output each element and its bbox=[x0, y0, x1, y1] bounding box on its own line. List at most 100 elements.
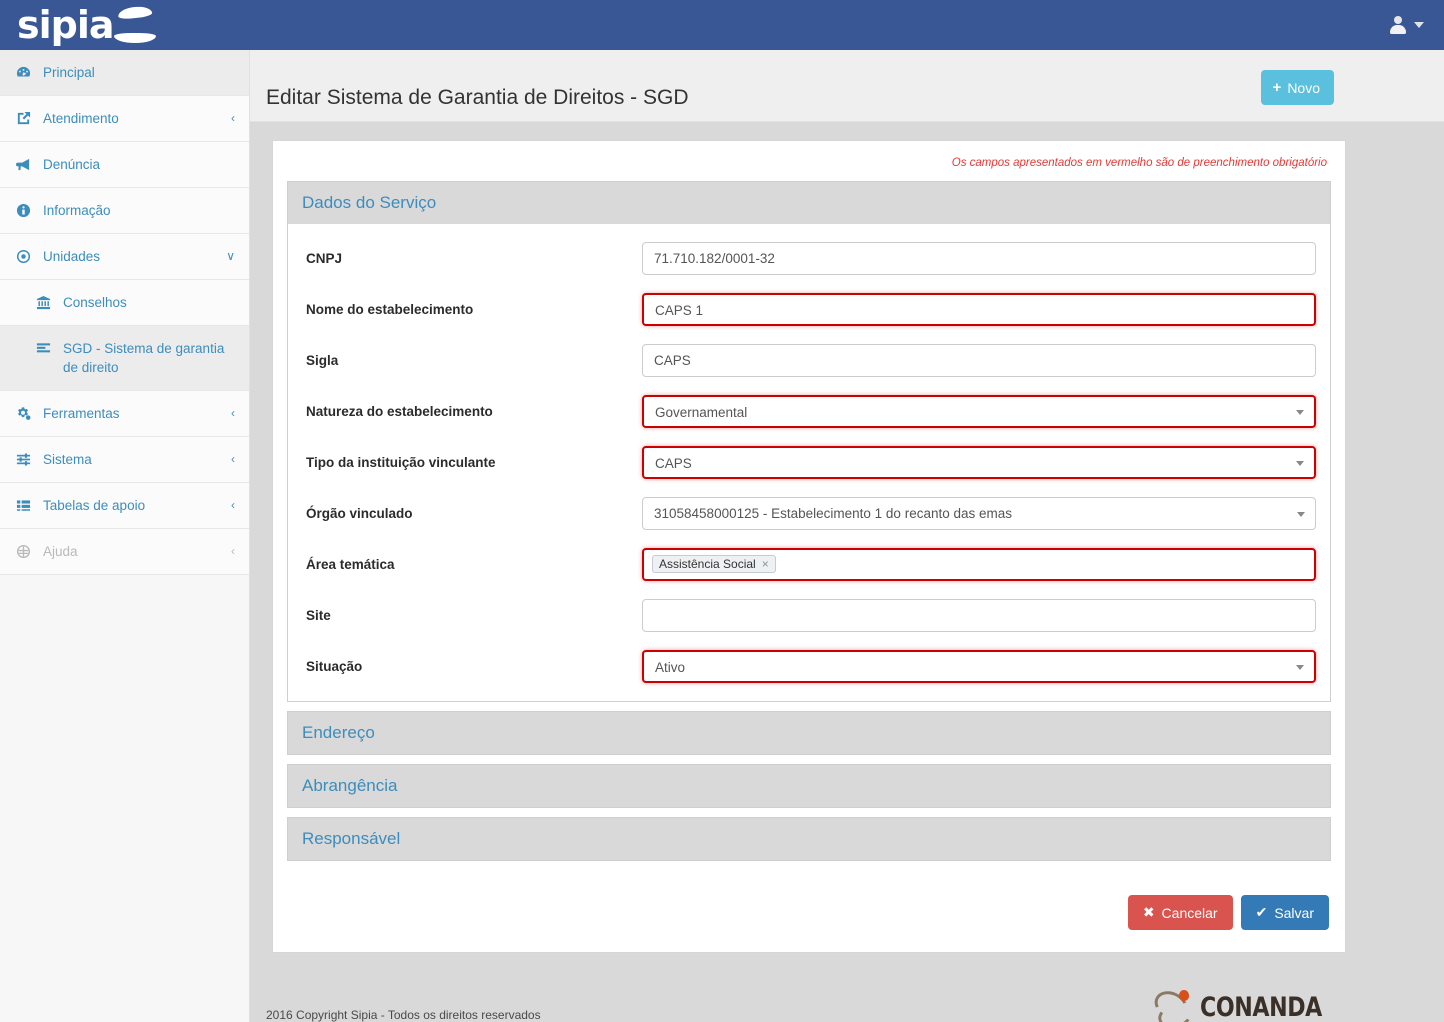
top-bar: sipia bbox=[0, 0, 1444, 50]
form-panel: Os campos apresentados em vermelho são d… bbox=[272, 140, 1346, 953]
select-value: 31058458000125 - Estabelecimento 1 do re… bbox=[654, 506, 1013, 521]
plus-icon: + bbox=[1272, 79, 1282, 96]
section-header-endereco[interactable]: Endereço bbox=[287, 711, 1331, 755]
brand-logo-text: sipia bbox=[17, 3, 115, 47]
sidebar-item-arrow: ∨ bbox=[226, 249, 235, 263]
select-tipo-da-instituicao-vinculante[interactable]: CAPS bbox=[642, 446, 1316, 479]
brand-logo[interactable]: sipia bbox=[17, 4, 158, 46]
cancel-button[interactable]: ✖ Cancelar bbox=[1127, 895, 1233, 930]
section-header-abrangencia[interactable]: Abrangência bbox=[287, 764, 1331, 808]
sidebar-item-label: Ferramentas bbox=[43, 406, 120, 421]
sidebar-item-arrow: ‹ bbox=[231, 498, 235, 512]
required-fields-note: Os campos apresentados em vermelho são d… bbox=[951, 157, 1327, 169]
sidebar-item-arrow: ‹ bbox=[231, 452, 235, 466]
sidebar-item-label: Conselhos bbox=[63, 295, 127, 310]
label-tipo-da-instituicao-vinculante: Tipo da instituição vinculante bbox=[306, 455, 496, 470]
sidebar-item-label: Atendimento bbox=[43, 111, 119, 126]
sidebar-item-arrow: ‹ bbox=[231, 544, 235, 558]
page-footer: 2016 Copyright Sipia - Todos os direitos… bbox=[250, 974, 1444, 1022]
input-cnpj[interactable]: 71.710.182/0001-32 bbox=[642, 242, 1316, 275]
page-title: Editar Sistema de Garantia de Direitos -… bbox=[266, 86, 689, 110]
chevron-down-icon bbox=[1297, 511, 1305, 517]
user-menu[interactable] bbox=[1386, 10, 1428, 40]
sidebar: Principal Atendimento ‹ Denúncia Informa… bbox=[0, 50, 250, 1022]
conanda-logo-text: CONANDA bbox=[1200, 991, 1323, 1022]
user-icon bbox=[1390, 16, 1406, 34]
cancel-button-label: Cancelar bbox=[1161, 904, 1218, 921]
new-button-label: Novo bbox=[1287, 79, 1320, 96]
sliders-icon bbox=[16, 450, 36, 467]
field-row-nome-do-estabelecimento: Nome do estabelecimento CAPS 1 bbox=[302, 293, 1316, 326]
globe-icon bbox=[16, 542, 36, 559]
target-icon bbox=[16, 247, 36, 264]
info-circle-icon bbox=[16, 201, 36, 218]
select-value: Ativo bbox=[655, 660, 686, 675]
sidebar-item-principal[interactable]: Principal bbox=[0, 50, 249, 96]
chevron-down-icon bbox=[1296, 409, 1304, 415]
sidebar-item-arrow: ‹ bbox=[231, 111, 235, 125]
bank-icon bbox=[36, 293, 56, 310]
field-row-area-tematica: Área temática Assistência Social × bbox=[302, 548, 1316, 581]
sidebar-item-label: Tabelas de apoio bbox=[43, 498, 146, 513]
chevron-down-icon bbox=[1414, 22, 1424, 28]
label-cnpj: CNPJ bbox=[306, 251, 343, 266]
input-sigla[interactable]: CAPS bbox=[642, 344, 1316, 377]
label-natureza-do-estabelecimento: Natureza do estabelecimento bbox=[306, 404, 493, 419]
form-actions: ✖ Cancelar ✔ Salvar bbox=[287, 895, 1331, 930]
copyright-text: 2016 Copyright Sipia - Todos os direitos… bbox=[266, 1008, 541, 1022]
label-site: Site bbox=[306, 608, 331, 623]
sidebar-item-label: Unidades bbox=[43, 249, 101, 264]
section-header-responsavel[interactable]: Responsável bbox=[287, 817, 1331, 861]
save-button[interactable]: ✔ Salvar bbox=[1240, 895, 1329, 930]
times-icon: ✖ bbox=[1142, 904, 1155, 920]
sidebar-item-informacao[interactable]: Informação bbox=[0, 188, 249, 234]
input-nome-do-estabelecimento[interactable]: CAPS 1 bbox=[642, 293, 1316, 326]
sidebar-item-ajuda[interactable]: Ajuda ‹ bbox=[0, 529, 249, 575]
select-value: CAPS bbox=[655, 456, 692, 471]
sidebar-item-denuncia[interactable]: Denúncia bbox=[0, 142, 249, 188]
sidebar-item-sistema[interactable]: Sistema ‹ bbox=[0, 437, 249, 483]
section-body-dados-do-servico: CNPJ 71.710.182/0001-32 Nome do estabele… bbox=[287, 224, 1331, 702]
sidebar-item-ferramentas[interactable]: Ferramentas ‹ bbox=[0, 391, 249, 437]
label-orgao-vinculado: Órgão vinculado bbox=[306, 506, 413, 521]
sidebar-item-label: Principal bbox=[43, 65, 95, 80]
sidebar-item-unidades[interactable]: Unidades ∨ bbox=[0, 234, 249, 280]
th-list-icon bbox=[16, 496, 36, 513]
multiselect-area-tematica[interactable]: Assistência Social × bbox=[642, 548, 1316, 581]
field-row-cnpj: CNPJ 71.710.182/0001-32 bbox=[302, 242, 1316, 275]
section-dados-do-servico: Dados do Serviço CNPJ 71.710.182/0001-32… bbox=[287, 181, 1331, 702]
label-nome-do-estabelecimento: Nome do estabelecimento bbox=[306, 302, 474, 317]
page-header: Editar Sistema de Garantia de Direitos -… bbox=[250, 50, 1444, 122]
sidebar-item-conselhos[interactable]: Conselhos bbox=[0, 280, 249, 326]
sidebar-item-label: SGD - Sistema de garantia de direito bbox=[63, 341, 225, 375]
sidebar-item-tabelas-de-apoio[interactable]: Tabelas de apoio ‹ bbox=[0, 483, 249, 529]
section-header-dados-do-servico[interactable]: Dados do Serviço bbox=[287, 181, 1331, 224]
app-root: sipia Principal Atendimento ‹ Denúncia I… bbox=[0, 0, 1444, 1022]
label-sigla: Sigla bbox=[306, 353, 339, 368]
field-row-sigla: Sigla CAPS bbox=[302, 344, 1316, 377]
chevron-down-icon bbox=[1296, 460, 1304, 466]
field-row-orgao-vinculado: Órgão vinculado 31058458000125 - Estabel… bbox=[302, 497, 1316, 530]
field-row-tipo-da-instituicao-vinculante: Tipo da instituição vinculante CAPS bbox=[302, 446, 1316, 479]
save-button-label: Salvar bbox=[1274, 904, 1314, 921]
field-row-situacao: Situação Ativo bbox=[302, 650, 1316, 683]
field-row-natureza-do-estabelecimento: Natureza do estabelecimento Governamenta… bbox=[302, 395, 1316, 428]
sidebar-item-atendimento[interactable]: Atendimento ‹ bbox=[0, 96, 249, 142]
sidebar-item-label: Informação bbox=[43, 203, 111, 218]
input-site[interactable] bbox=[642, 599, 1316, 632]
select-orgao-vinculado[interactable]: 31058458000125 - Estabelecimento 1 do re… bbox=[642, 497, 1316, 530]
conanda-logo-icon: CONANDA bbox=[1150, 984, 1349, 1022]
new-button[interactable]: + Novo bbox=[1260, 70, 1334, 105]
conanda-swoosh-icon bbox=[1150, 984, 1200, 1022]
label-situacao: Situação bbox=[306, 659, 363, 674]
list-icon bbox=[36, 339, 56, 356]
tag-item: Assistência Social × bbox=[652, 555, 776, 573]
field-row-site: Site bbox=[302, 599, 1316, 632]
select-situacao[interactable]: Ativo bbox=[642, 650, 1316, 683]
select-value: Governamental bbox=[655, 405, 748, 420]
share-icon bbox=[16, 109, 36, 126]
sidebar-item-sgd[interactable]: SGD - Sistema de garantia de direito bbox=[0, 326, 249, 391]
tag-remove-icon[interactable]: × bbox=[762, 557, 769, 571]
select-natureza-do-estabelecimento[interactable]: Governamental bbox=[642, 395, 1316, 428]
check-icon: ✔ bbox=[1255, 904, 1268, 920]
